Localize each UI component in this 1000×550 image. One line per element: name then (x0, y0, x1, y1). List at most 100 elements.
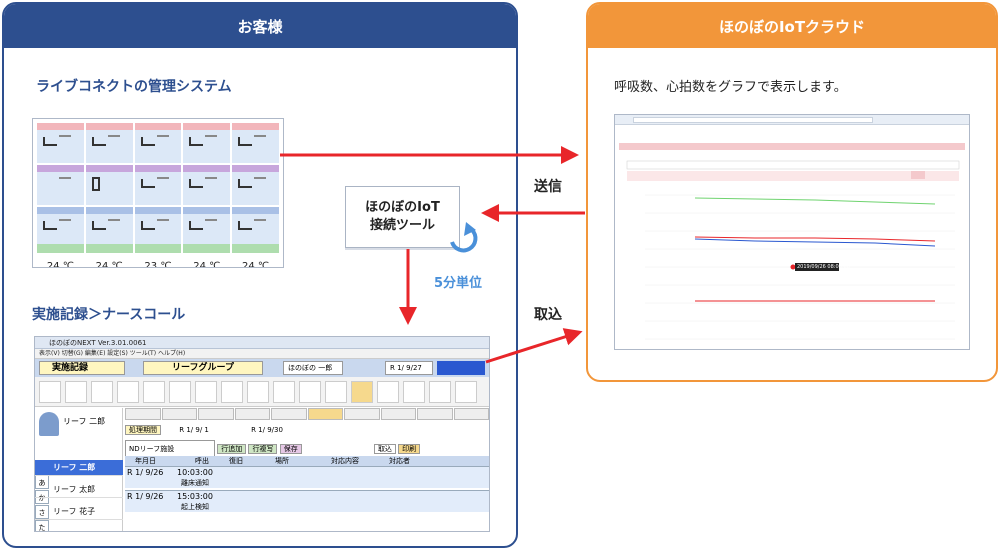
app-toolbar (35, 377, 489, 407)
interval-label: 5分単位 (434, 276, 483, 291)
room-tile (85, 207, 133, 247)
nurse-app-screenshot: ほのぼのNEXT Ver.3.01.0061 表示(V) 切替(G) 編集(E)… (34, 336, 490, 532)
cloud-description: 呼吸数、心拍数をグラフで表示します。 (614, 80, 847, 95)
toolbar-icon (377, 381, 399, 403)
record-note: 離床通知 (181, 479, 209, 487)
room-tile (134, 123, 182, 163)
toilet-row (37, 244, 279, 253)
cloud-panel: ほのぼのIoTクラウド 呼吸数、心拍数をグラフで表示します。 2019/09/2… (586, 2, 998, 382)
column-header: 対応内容 (331, 457, 359, 465)
period-label: 処理期間 (125, 425, 161, 435)
app-titlebar: ほのぼのNEXT Ver.3.01.0061 (35, 337, 489, 349)
toolbar-icon (429, 381, 451, 403)
app-body: リーフ 二郎 全 あ か さ た な リーフ 二郎 リーフ 太郎 リーフ 花子 (35, 408, 489, 531)
print-button: 印刷 (398, 444, 421, 454)
add-row-button: 行追加 (217, 444, 247, 454)
group-label: リーフグループ (143, 361, 263, 375)
room-tile (134, 207, 182, 247)
save-button: 保存 (279, 444, 302, 454)
patient-list: リーフ 二郎 リーフ 太郎 リーフ 花子 (35, 460, 123, 520)
date-label: R 1/ 9/27 (385, 361, 433, 375)
patient-list-item: リーフ 花子 (35, 504, 123, 520)
patient-list-item: リーフ 太郎 (35, 482, 123, 498)
toolbar-icon (403, 381, 425, 403)
record-time: 10:03:00 (177, 468, 213, 477)
send-label: 送信 (534, 179, 562, 195)
toolbar-icon (247, 381, 269, 403)
room-tile (232, 207, 279, 247)
column-header: 呼出 (195, 457, 209, 465)
cloud-header: ほのぼのIoTクラウド (588, 4, 996, 48)
column-header: 年月日 (135, 457, 156, 465)
customer-header: お客様 (4, 4, 516, 48)
patient-list-item: リーフ 二郎 (35, 460, 123, 476)
toolbar-icon (143, 381, 165, 403)
import-label: 取込 (534, 307, 562, 323)
room-temperature: 24 ℃ (95, 261, 123, 268)
management-system-title: ライブコネクトの管理システム (36, 79, 232, 95)
toolbar-icon-selected (351, 381, 373, 403)
toolbar-icon (39, 381, 61, 403)
room-tile (37, 165, 84, 205)
room-tile (232, 123, 279, 163)
period-to: R 1/ 9/30 (251, 426, 283, 434)
vital-line-chart (626, 160, 960, 340)
period-filter: 処理期間 R 1/ 9/ 1 R 1/ 9/30 (125, 422, 489, 438)
monitoring-screenshot: 24 ℃ 24 ℃ 23 ℃ 24 ℃ 24 ℃ (32, 118, 284, 268)
toolbar-icon (91, 381, 113, 403)
room-tile (134, 165, 182, 205)
column-header: 復旧 (229, 457, 243, 465)
room-temperature: 24 ℃ (193, 261, 221, 268)
record-date: R 1/ 9/26 (127, 468, 164, 477)
tool-name-line1: ほのぼのIoT (365, 200, 440, 215)
record-grid-header: 年月日 呼出 復旧 場所 対応内容 対応者 (125, 456, 489, 466)
room-tile (37, 207, 84, 247)
column-header: 場所 (275, 457, 289, 465)
app-menubar: 表示(V) 切替(G) 編集(E) 設定(S) ツール(T) ヘルプ(H) (35, 349, 489, 359)
room-temperature: 24 ℃ (242, 261, 270, 268)
patient-panel: リーフ 二郎 全 あ か さ た な リーフ 二郎 リーフ 太郎 リーフ 花子 (35, 408, 123, 531)
nurse-call-title: 実施記録＞ナースコール (32, 307, 186, 323)
room-tile (37, 123, 84, 163)
copy-row-button: 行複写 (248, 444, 278, 454)
cloud-chart-screenshot: 2019/09/26 08:00:00 (614, 114, 970, 350)
column-header: 対応者 (389, 457, 410, 465)
room-grid (37, 123, 279, 247)
app-mainbar: 実施記録 リーフグループ ほのぼの 一郎 R 1/ 9/27 (35, 359, 489, 377)
chart-tooltip: 2019/09/26 08:00:00 (797, 264, 850, 270)
import-button: 取込 (373, 444, 396, 454)
toolbar-icon (169, 381, 191, 403)
toolbar-icon (117, 381, 139, 403)
record-note: 起上検知 (181, 503, 209, 511)
room-tile (232, 165, 279, 205)
room-tile (183, 207, 231, 247)
toolbar-icon (455, 381, 477, 403)
record-row: R 1/ 9/26 10:03:00 離床通知 (125, 466, 489, 488)
temperature-row: 24 ℃ 24 ℃ 23 ℃ 24 ℃ 24 ℃ (37, 257, 279, 268)
room-temperature: 24 ℃ (46, 261, 74, 268)
toolbar-icon (221, 381, 243, 403)
record-time: 15:03:00 (177, 492, 213, 501)
period-from: R 1/ 9/ 1 (179, 426, 209, 434)
record-tabs (125, 408, 489, 420)
mode-label: 実施記録 (39, 361, 125, 375)
facility-row: NDリーフ施設 行追加 行複写 保存 取込 印刷 (125, 440, 489, 458)
status-bar (437, 361, 485, 375)
kana-tab: た (35, 520, 49, 531)
room-tile (85, 123, 133, 163)
record-date: R 1/ 9/26 (127, 492, 164, 501)
patient-name: リーフ 二郎 (63, 417, 106, 426)
record-panel: 処理期間 R 1/ 9/ 1 R 1/ 9/30 NDリーフ施設 行追加 行複写… (125, 408, 489, 531)
toolbar-icon (65, 381, 87, 403)
room-tile (183, 165, 231, 205)
toolbar-icon (195, 381, 217, 403)
tool-name-line2: 接続ツール (369, 218, 435, 233)
toolbar-icon (273, 381, 295, 403)
iot-connection-tool: ほのぼのIoT 接続ツール (345, 186, 460, 248)
room-temperature: 23 ℃ (144, 261, 172, 268)
room-tile (85, 165, 133, 205)
user-label: ほのぼの 一郎 (283, 361, 343, 375)
avatar (39, 412, 59, 436)
record-row: R 1/ 9/26 15:03:00 起上検知 (125, 490, 489, 512)
room-tile (183, 123, 231, 163)
